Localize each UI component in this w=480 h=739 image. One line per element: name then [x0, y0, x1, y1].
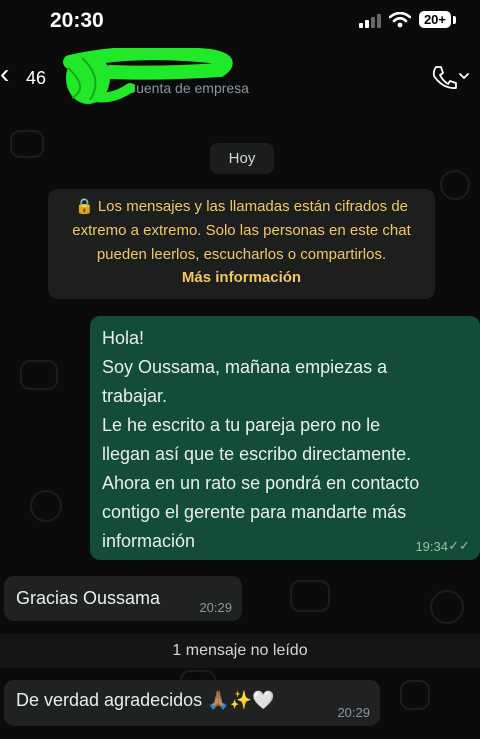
message-text: De verdad agradecidos 🙏🏽✨🤍 [16, 690, 275, 710]
status-icons: 20+ [358, 11, 456, 28]
wifi-icon [388, 11, 411, 27]
message-text: Hola! Soy Oussama, mañana empiezas a tra… [102, 324, 464, 556]
message-time: 19:34 [415, 539, 448, 554]
message-line: Le he escrito a tu pareja pero no le [102, 415, 381, 435]
message-line: Ahora en un rato se pondrá en contacto [102, 473, 420, 493]
message-line: información [102, 531, 196, 551]
phone-icon[interactable] [430, 64, 470, 90]
battery-icon: 20+ [418, 11, 451, 28]
encryption-message: Los mensajes y las llamadas están cifrad… [72, 198, 411, 263]
unread-divider: 1 mensaje no leído [0, 634, 480, 668]
incoming-message[interactable]: Gracias Oussama 20:29 [4, 576, 242, 621]
clock: 20:30 [50, 9, 104, 32]
message-text: Gracias Oussama [16, 588, 161, 608]
encryption-text: 🔒 Los mensajes y las llamadas están cifr… [48, 189, 435, 267]
back-unread-count[interactable]: 46 [26, 68, 46, 89]
message-time: 20:29 [199, 600, 232, 615]
chat-header: ‹ 46 e Cuenta de empresa [0, 44, 480, 110]
incoming-message[interactable]: De verdad agradecidos 🙏🏽✨🤍 20:29 [4, 680, 380, 726]
status-bar: 20:30 20+ [0, 0, 480, 44]
read-ticks-icon: ✓✓ [448, 538, 470, 553]
outgoing-message[interactable]: Hola! Soy Oussama, mañana empiezas a tra… [90, 316, 480, 560]
date-chip: Hoy [210, 143, 274, 174]
message-time: 20:29 [337, 705, 370, 720]
message-line: trabajar. [102, 386, 168, 406]
message-line: contigo el gerente para mandarte más [102, 502, 407, 522]
more-info-link[interactable]: Más información [48, 269, 435, 286]
back-icon[interactable]: ‹ [0, 60, 9, 88]
lock-icon: 🔒 [74, 198, 94, 215]
message-line: Hola! [102, 328, 145, 348]
redaction-scribble [63, 48, 233, 104]
signal-icon [358, 12, 381, 28]
message-line: Soy Oussama, mañana empiezas a [102, 357, 388, 377]
encryption-notice[interactable]: 🔒 Los mensajes y las llamadas están cifr… [48, 189, 435, 299]
battery-cap [453, 15, 456, 24]
message-line: llegan así que te escribo directamente. [102, 444, 412, 464]
